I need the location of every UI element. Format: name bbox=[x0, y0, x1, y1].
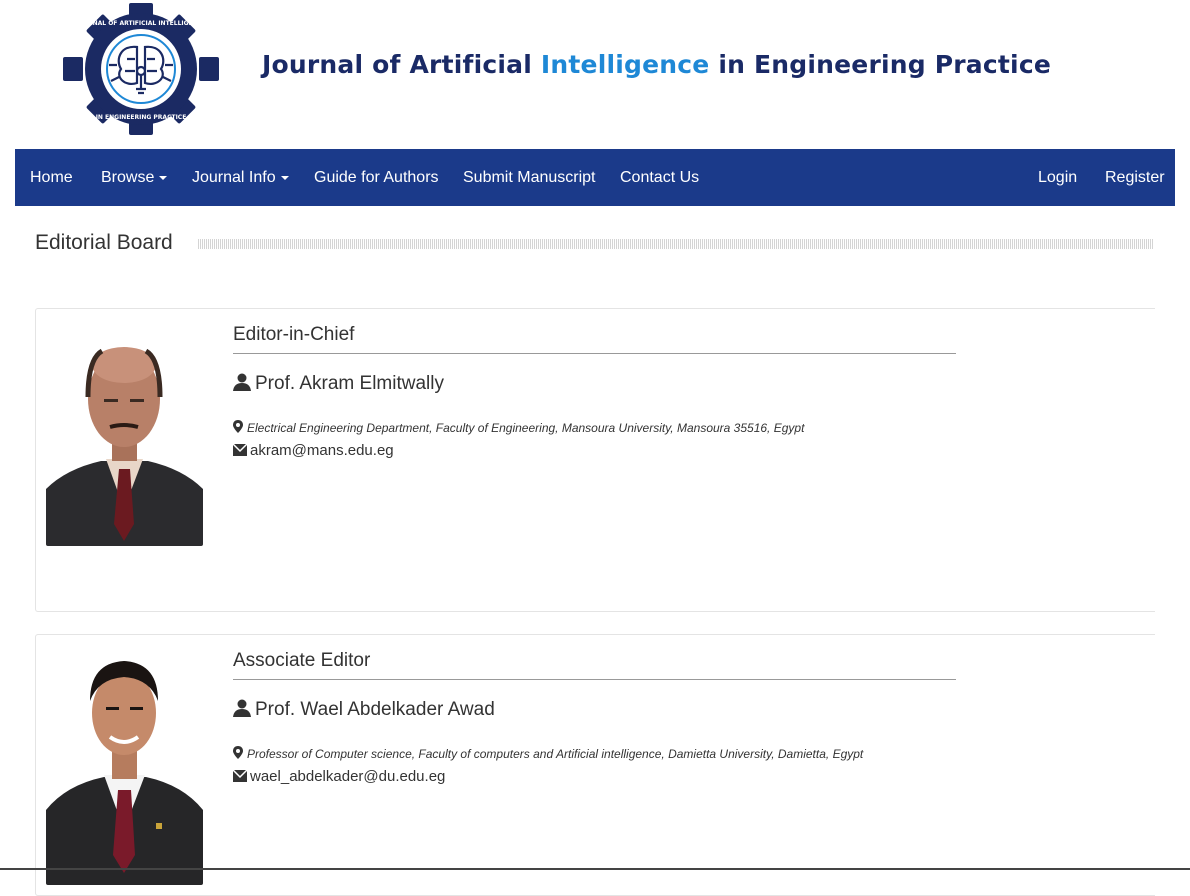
nav-journal-info-label: Journal Info bbox=[192, 169, 276, 186]
editor-photo bbox=[46, 319, 203, 546]
nav-submit-manuscript[interactable]: Submit Manuscript bbox=[463, 149, 596, 206]
nav-guide-label: Guide for Authors bbox=[314, 169, 439, 186]
editor-name: Prof. Wael Abdelkader Awad bbox=[255, 699, 495, 720]
map-marker-icon bbox=[233, 746, 243, 759]
editor-affiliation: Electrical Engineering Department, Facul… bbox=[247, 421, 805, 435]
journal-title[interactable]: Journal of Artificial Intelligence in En… bbox=[262, 50, 1051, 79]
nav-home-label: Home bbox=[30, 169, 73, 186]
editor-email[interactable]: wael_abdelkader@du.edu.eg bbox=[250, 768, 445, 785]
title-part-2: in Engineering Practice bbox=[709, 50, 1051, 79]
editor-card: Editor-in-Chief Prof. Akram Elmitwally E… bbox=[35, 308, 1155, 612]
title-part-1: Journal of Artificial bbox=[262, 50, 541, 79]
nav-login[interactable]: Login bbox=[1038, 149, 1077, 206]
title-accent: Intelligence bbox=[540, 50, 710, 79]
main-navbar: Home Browse Journal Info Guide for Autho… bbox=[15, 149, 1175, 206]
editor-email-row[interactable]: akram@mans.edu.eg bbox=[232, 442, 394, 459]
site-header: JOURNAL OF ARTIFICIAL INTELLIGENCE IN EN… bbox=[0, 0, 1190, 148]
editor-name-row[interactable]: Prof. Akram Elmitwally bbox=[233, 373, 444, 395]
nav-contact-label: Contact Us bbox=[620, 169, 700, 186]
journal-logo[interactable]: JOURNAL OF ARTIFICIAL INTELLIGENCE IN EN… bbox=[60, 2, 222, 136]
svg-text:IN ENGINEERING PRACTICE: IN ENGINEERING PRACTICE bbox=[96, 114, 187, 121]
nav-submit-label: Submit Manuscript bbox=[463, 169, 596, 186]
editor-role: Associate Editor bbox=[233, 650, 371, 671]
editor-affiliation-row: Professor of Computer science, Faculty o… bbox=[233, 746, 863, 761]
editor-affiliation-row: Electrical Engineering Department, Facul… bbox=[233, 420, 804, 435]
envelope-icon bbox=[232, 769, 248, 782]
nav-register[interactable]: Register bbox=[1105, 149, 1165, 206]
editor-name-row[interactable]: Prof. Wael Abdelkader Awad bbox=[233, 699, 495, 721]
envelope-icon bbox=[232, 443, 248, 456]
role-divider bbox=[233, 679, 956, 680]
user-icon bbox=[233, 373, 251, 391]
title-divider bbox=[198, 239, 1154, 249]
nav-home[interactable]: Home bbox=[30, 149, 73, 206]
page-title: Editorial Board bbox=[35, 231, 173, 254]
role-divider bbox=[233, 353, 956, 354]
editor-email[interactable]: akram@mans.edu.eg bbox=[250, 442, 394, 459]
editor-photo bbox=[46, 645, 203, 885]
editor-card: Associate Editor Prof. Wael Abdelkader A… bbox=[35, 634, 1155, 896]
window-bottom-edge bbox=[0, 868, 1190, 870]
nav-browse[interactable]: Browse bbox=[101, 149, 168, 206]
editor-affiliation: Professor of Computer science, Faculty o… bbox=[247, 747, 864, 761]
map-marker-icon bbox=[233, 420, 243, 433]
caret-down-icon bbox=[159, 175, 168, 180]
nav-guide-for-authors[interactable]: Guide for Authors bbox=[314, 149, 439, 206]
nav-login-label: Login bbox=[1038, 169, 1078, 186]
editor-email-row[interactable]: wael_abdelkader@du.edu.eg bbox=[232, 768, 445, 785]
nav-browse-label: Browse bbox=[101, 169, 155, 186]
editor-role: Editor-in-Chief bbox=[233, 324, 355, 345]
editor-name: Prof. Akram Elmitwally bbox=[255, 373, 444, 394]
nav-journal-info[interactable]: Journal Info bbox=[192, 149, 289, 206]
caret-down-icon bbox=[280, 175, 289, 180]
user-icon bbox=[233, 699, 251, 717]
nav-contact-us[interactable]: Contact Us bbox=[620, 149, 699, 206]
svg-text:JOURNAL OF ARTIFICIAL INTELLIG: JOURNAL OF ARTIFICIAL INTELLIGENCE bbox=[75, 20, 206, 27]
nav-register-label: Register bbox=[1105, 169, 1165, 186]
